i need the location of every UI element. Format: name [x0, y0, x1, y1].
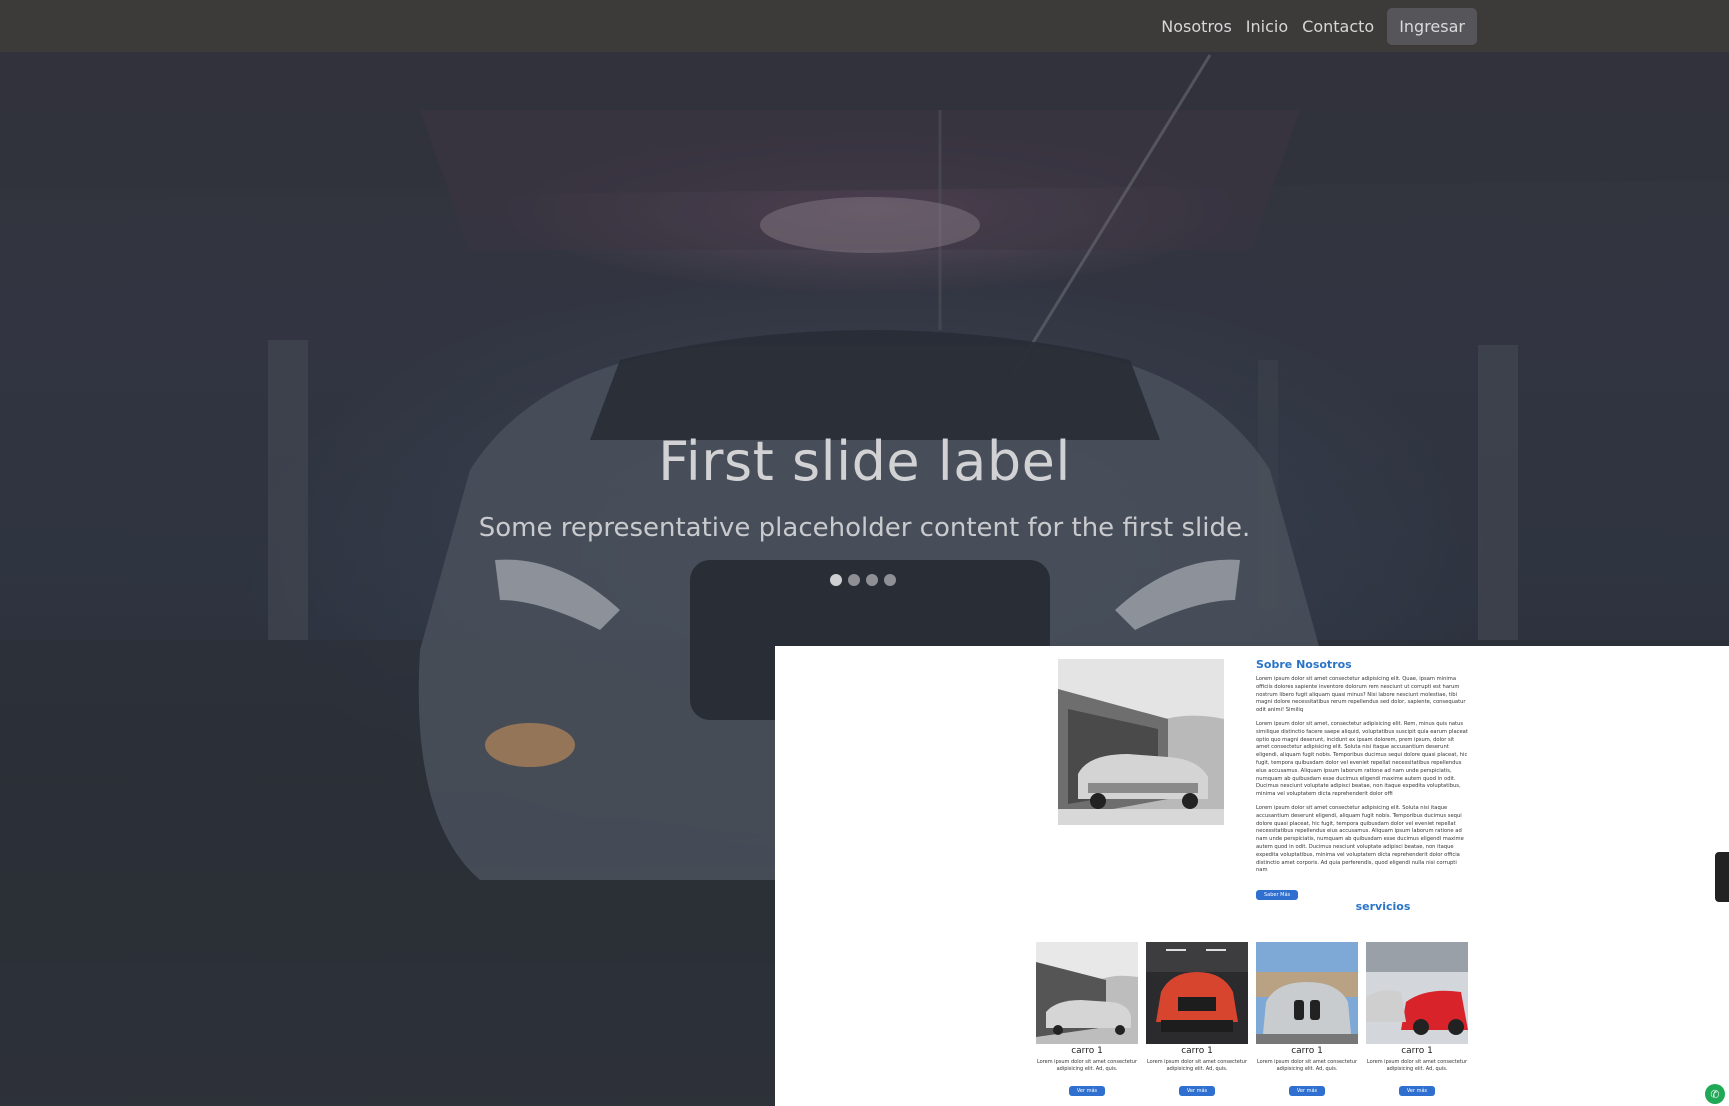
service-card: carro 1 Lorem ipsum dolor sit amet conse…	[1256, 942, 1358, 1096]
services-cards: carro 1 Lorem ipsum dolor sit amet conse…	[1036, 942, 1468, 1096]
services-title: servicios	[1355, 900, 1411, 913]
about-paragraph-1: Lorem ipsum dolor sit amet consectetur a…	[1256, 676, 1466, 714]
service-card: carro 1 Lorem ipsum dolor sit amet conse…	[1146, 942, 1248, 1096]
about-more-button[interactable]: Saber Más	[1256, 890, 1299, 901]
service-card-title: carro 1	[1291, 1046, 1323, 1056]
about-section: Sobre Nosotros Lorem ipsum dolor sit ame…	[1256, 658, 1468, 901]
service-card-image	[1036, 942, 1138, 1044]
nav-link-inicio[interactable]: Inicio	[1239, 7, 1295, 46]
service-card-button[interactable]: Ver más	[1178, 1086, 1216, 1096]
service-card-image	[1366, 942, 1468, 1044]
carousel-caption: First slide label Some representative pl…	[0, 430, 1729, 543]
service-card-button[interactable]: Ver más	[1398, 1086, 1436, 1096]
feedback-tab[interactable]	[1715, 852, 1729, 902]
service-card-button[interactable]: Ver más	[1068, 1086, 1106, 1096]
service-card: carro 1 Lorem ipsum dolor sit amet conse…	[1366, 942, 1468, 1096]
carousel-text: Some representative placeholder content …	[478, 513, 1251, 543]
about-paragraph-3: Lorem ipsum dolor sit amet consectetur a…	[1256, 804, 1464, 874]
carousel-indicator-2[interactable]	[848, 574, 860, 586]
service-card-button[interactable]: Ver más	[1288, 1086, 1326, 1096]
service-card-image	[1256, 942, 1358, 1044]
service-card: carro 1 Lorem ipsum dolor sit amet conse…	[1036, 942, 1138, 1096]
about-title: Sobre Nosotros	[1256, 658, 1352, 671]
nav-link-contacto[interactable]: Contacto	[1295, 7, 1381, 46]
navbar: Nosotros Inicio Contacto Ingresar	[0, 0, 1729, 52]
service-card-text: Lorem ipsum dolor sit amet consectetur a…	[1256, 1059, 1358, 1072]
service-card-text: Lorem ipsum dolor sit amet consectetur a…	[1036, 1059, 1138, 1072]
service-card-text: Lorem ipsum dolor sit amet consectetur a…	[1366, 1059, 1468, 1072]
login-button[interactable]: Ingresar	[1387, 8, 1477, 45]
carousel-indicator-1[interactable]	[830, 574, 842, 586]
content-panel: Sobre Nosotros Lorem ipsum dolor sit ame…	[775, 646, 1729, 1106]
whatsapp-icon[interactable]: ✆	[1705, 1084, 1725, 1104]
service-card-title: carro 1	[1181, 1046, 1213, 1056]
service-card-text: Lorem ipsum dolor sit amet consectetur a…	[1146, 1059, 1248, 1072]
about-image	[1058, 659, 1224, 825]
carousel-title: First slide label	[658, 430, 1071, 493]
about-paragraph-2: Lorem ipsum dolor sit amet, consectetur …	[1256, 720, 1468, 798]
service-card-title: carro 1	[1401, 1046, 1433, 1056]
service-card-title: carro 1	[1071, 1046, 1103, 1056]
carousel-indicator-3[interactable]	[866, 574, 878, 586]
carousel-indicators	[830, 574, 896, 586]
nav-links: Nosotros Inicio Contacto Ingresar	[1154, 7, 1477, 46]
nav-link-nosotros[interactable]: Nosotros	[1154, 7, 1239, 46]
carousel-indicator-4[interactable]	[884, 574, 896, 586]
service-card-image	[1146, 942, 1248, 1044]
